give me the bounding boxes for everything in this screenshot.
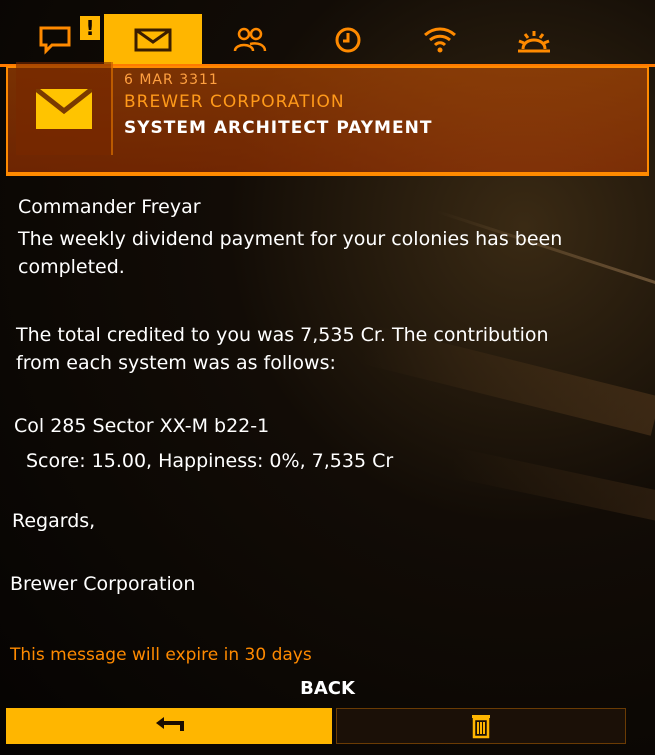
message-greeting: Commander Freyar bbox=[18, 196, 201, 218]
wifi-icon bbox=[424, 27, 456, 53]
delete-button[interactable] bbox=[336, 708, 626, 744]
background-light-streak bbox=[435, 209, 655, 294]
message-sender: BREWER CORPORATION bbox=[124, 92, 345, 112]
message-line: from each system was as follows: bbox=[16, 352, 336, 374]
gear-icon bbox=[518, 31, 550, 53]
system-name: Col 285 Sector XX-M b22-1 bbox=[14, 415, 270, 437]
trash-icon bbox=[472, 715, 490, 739]
message-regards: Regards, bbox=[12, 510, 96, 532]
tab-inbox[interactable] bbox=[104, 14, 202, 66]
envelope-icon bbox=[35, 88, 92, 129]
clock-icon bbox=[335, 27, 361, 53]
header-divider bbox=[6, 172, 649, 175]
system-detail: Score: 15.00, Happiness: 0%, 7,535 Cr bbox=[26, 450, 394, 472]
message-type-box bbox=[16, 62, 113, 155]
people-icon bbox=[233, 27, 267, 52]
back-label[interactable]: BACK bbox=[0, 678, 655, 699]
message-line: completed. bbox=[18, 256, 125, 278]
tab-contacts[interactable] bbox=[222, 14, 278, 66]
notification-badge: ! bbox=[80, 16, 100, 40]
tab-settings[interactable] bbox=[506, 14, 562, 66]
message-date: 6 MAR 3311 bbox=[124, 72, 219, 88]
message-signature: Brewer Corporation bbox=[10, 573, 196, 595]
message-subject: SYSTEM ARCHITECT PAYMENT bbox=[124, 118, 433, 138]
tab-network[interactable] bbox=[412, 14, 468, 66]
message-line: The total credited to you was 7,535 Cr. … bbox=[16, 324, 549, 346]
expiry-notice: This message will expire in 30 days bbox=[10, 645, 312, 665]
envelope-icon bbox=[134, 28, 172, 52]
reply-arrow-icon bbox=[156, 717, 184, 731]
tab-history[interactable] bbox=[320, 14, 376, 66]
tab-messages[interactable] bbox=[28, 14, 84, 66]
background-light-streak bbox=[449, 447, 655, 523]
message-line: The weekly dividend payment for your col… bbox=[18, 228, 563, 250]
reply-button[interactable] bbox=[6, 708, 332, 744]
chat-bubble-icon bbox=[39, 26, 71, 55]
